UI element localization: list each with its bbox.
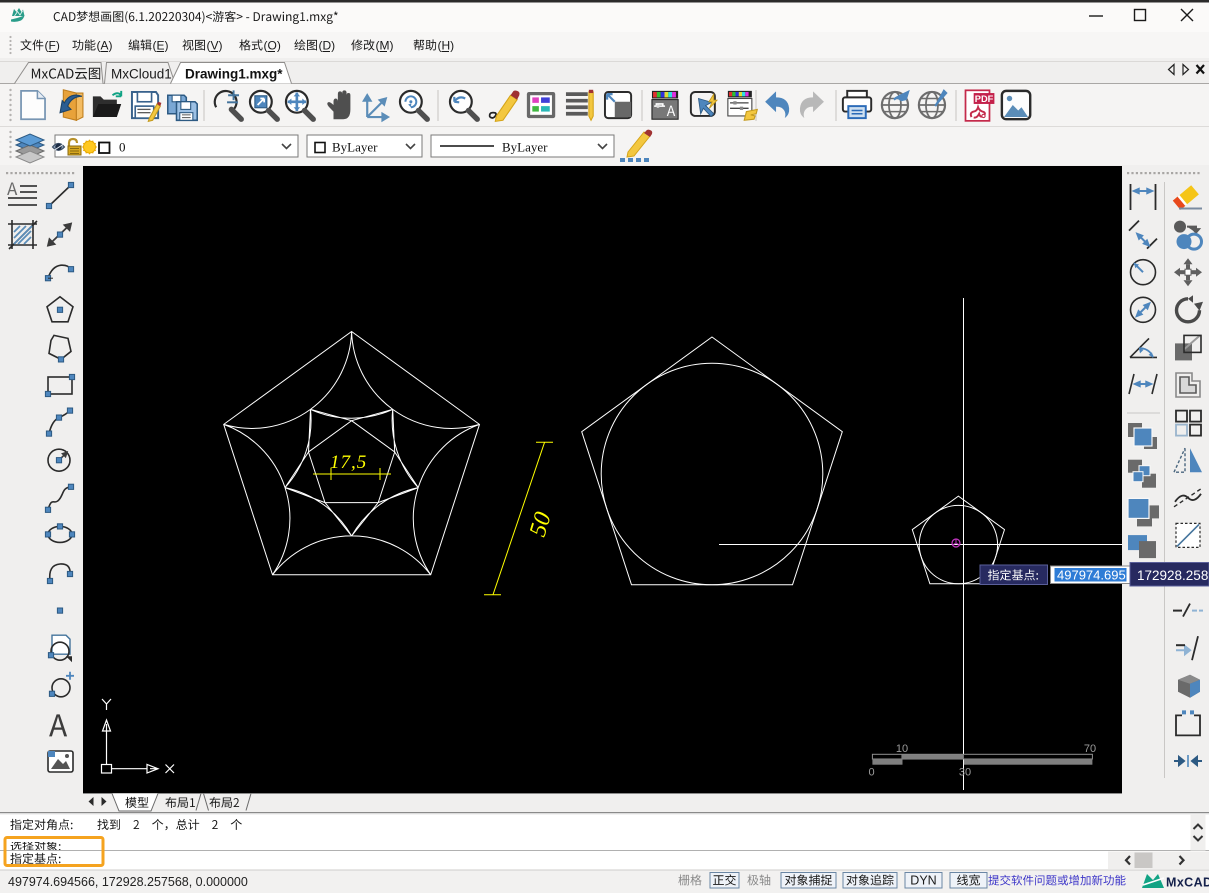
svg-text:MxCloud1: MxCloud1	[111, 67, 172, 82]
svg-text:(H): (H)	[438, 39, 455, 53]
svg-text:ByLayer: ByLayer	[332, 140, 378, 155]
svg-text:Drawing1.mxg*: Drawing1.mxg*	[185, 67, 283, 82]
svg-text:(E): (E)	[153, 39, 169, 53]
svg-text:(M): (M)	[376, 39, 394, 53]
svg-text:ByLayer: ByLayer	[502, 140, 548, 155]
svg-text:0: 0	[119, 140, 126, 155]
svg-text:30: 30	[959, 767, 971, 779]
svg-text:497974.695: 497974.695	[1057, 568, 1126, 583]
svg-text:0: 0	[868, 767, 874, 779]
svg-text:(O): (O)	[264, 39, 281, 53]
svg-text:70: 70	[1084, 743, 1096, 755]
svg-text:172928.258: 172928.258	[1137, 568, 1208, 583]
svg-text:DYN: DYN	[910, 874, 936, 888]
svg-text:497974.694566, 172928.257568,: 497974.694566, 172928.257568, 0.000000	[8, 875, 248, 889]
svg-text:(V): (V)	[207, 39, 223, 53]
svg-text:PDF: PDF	[975, 94, 994, 104]
svg-text:(D): (D)	[319, 39, 336, 53]
svg-text:17,5: 17,5	[330, 452, 367, 473]
svg-text:10: 10	[896, 743, 908, 755]
svg-text:(F): (F)	[45, 39, 60, 53]
svg-text:(A): (A)	[97, 39, 113, 53]
svg-text:MxCAD: MxCAD	[1166, 876, 1209, 890]
